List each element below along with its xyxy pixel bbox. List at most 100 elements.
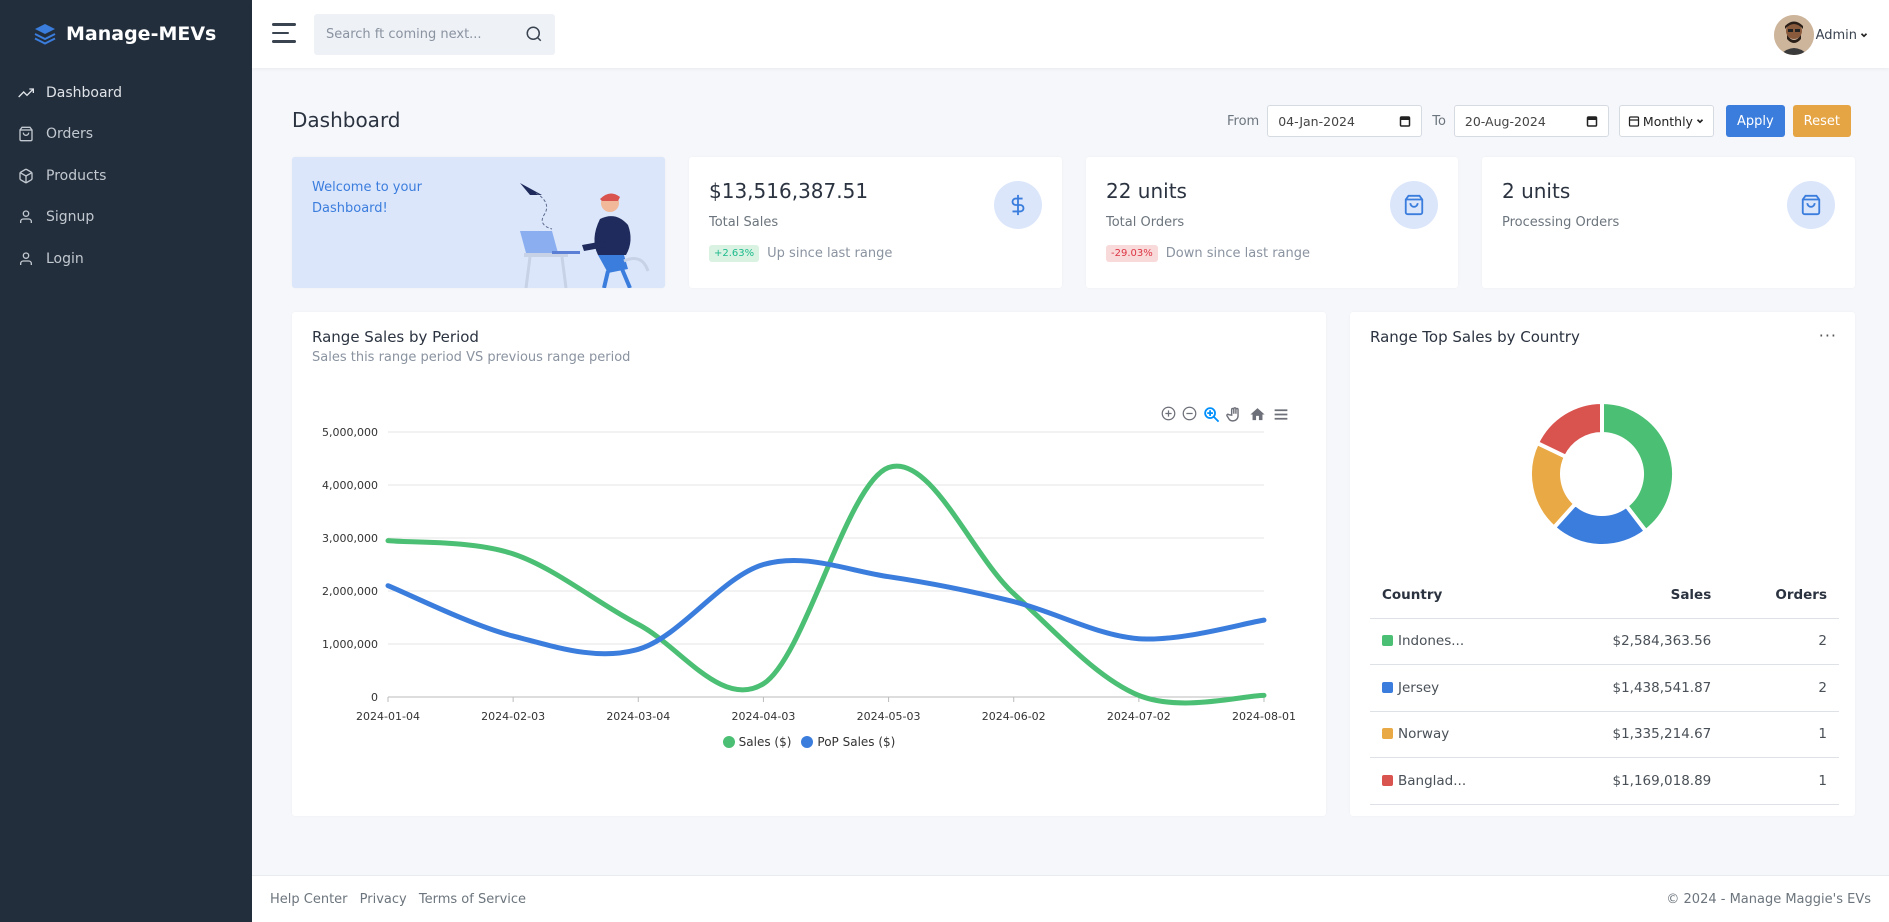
welcome-text: Welcome to your Dashboard! [312, 180, 423, 216]
search-input[interactable] [314, 14, 514, 55]
from-date-field[interactable]: 04-Jan-2024 [1267, 105, 1423, 137]
color-swatch [1382, 728, 1393, 740]
date-filters: From 04-Jan-2024 To 20-Aug-2024 Monthly … [1227, 104, 1851, 138]
chevron-down-icon [1696, 119, 1704, 124]
footer-link-terms[interactable]: Terms of Service [419, 892, 526, 907]
sidebar-item-label: Products [46, 167, 107, 184]
table-row: Indones... $2,584,363.56 2 [1370, 618, 1839, 665]
stat-label: Total Sales [709, 215, 779, 230]
series-line-0 [385, 463, 1267, 706]
menu-toggle-icon[interactable] [272, 23, 296, 45]
donut-slice[interactable] [1534, 399, 1604, 460]
sales-line-chart: 0 1,000,000 2,000,000 3,000,000 4,000,000 5,0… [322, 426, 1296, 723]
country-table: Country Sales Orders Indones... $2,584,3… [1370, 572, 1839, 805]
color-swatch [1382, 774, 1393, 786]
shopping-bag-icon [19, 126, 33, 142]
stat-value: 2 units [1502, 179, 1571, 203]
trend-badge: +2.63% [709, 245, 760, 262]
legend-label: Sales ($) [738, 735, 792, 749]
calendar-icon [1399, 116, 1411, 127]
legend-marker [722, 736, 735, 748]
period-value: Monthly [1642, 113, 1693, 129]
chart-legend: Sales ($) PoP Sales ($) [292, 735, 1326, 749]
footer-link-privacy[interactable]: Privacy [360, 892, 407, 907]
trend-badge: -29.03% [1106, 245, 1158, 262]
shopping-bag-icon [1787, 181, 1835, 229]
x-tick-label: 2024-05-03 [857, 710, 921, 723]
footer-link-help[interactable]: Help Center [270, 892, 348, 907]
country-cell: Norway [1370, 711, 1536, 758]
x-tick-label: 2024-03-04 [606, 710, 670, 723]
color-swatch [1382, 635, 1393, 647]
shopping-bag-icon [1390, 181, 1438, 229]
stat-value: $13,516,387.51 [709, 179, 869, 203]
footer-links: Help Center Privacy Terms of Service [270, 892, 534, 907]
reset-button[interactable]: Reset [1792, 105, 1851, 137]
sales-cell: $1,169,018.89 [1535, 757, 1724, 805]
y-tick-label: 4,000,000 [322, 479, 378, 492]
column-header: Sales [1535, 572, 1724, 619]
stat-trend: +2.63% Up since last range [709, 245, 892, 262]
layers-icon [34, 24, 56, 45]
legend-label: PoP Sales ($) [817, 735, 896, 749]
from-date-value: 04-Jan-2024 [1278, 113, 1355, 129]
total-sales-card: $13,516,387.51 Total Sales +2.63% Up sin… [689, 157, 1062, 288]
stat-label: Processing Orders [1502, 215, 1620, 230]
x-tick-label: 2024-04-03 [731, 710, 795, 723]
sidebar-item-dashboard[interactable]: Dashboard [0, 72, 252, 114]
sidebar-item-signup[interactable]: Signup [0, 197, 252, 239]
country-name: Indones... [1398, 633, 1465, 650]
package-icon [19, 168, 33, 184]
y-tick-label: 0 [371, 691, 378, 704]
period-select[interactable]: Monthly [1618, 105, 1714, 137]
stat-trend: -29.03% Down since last range [1106, 245, 1310, 262]
sidebar-item-products[interactable]: Products [0, 155, 252, 197]
processing-orders-card: 2 units Processing Orders [1482, 157, 1855, 288]
table-header-row: Country Sales Orders [1370, 572, 1839, 619]
table-row: Banglad... $1,169,018.89 1 [1370, 757, 1839, 805]
y-tick-label: 3,000,000 [322, 532, 378, 545]
to-label: To [1432, 113, 1446, 129]
country-sales-card: Range Top Sales by Country ··· Country S… [1350, 312, 1855, 816]
from-label: From [1227, 113, 1260, 129]
avatar [1773, 15, 1814, 55]
legend-item[interactable]: Sales ($) [722, 735, 792, 749]
sidebar-item-label: Orders [46, 126, 94, 143]
welcome-illustration [520, 183, 650, 288]
sidebar-item-login[interactable]: Login [0, 238, 252, 280]
calendar-icon [1628, 116, 1640, 127]
sidebar-item-orders[interactable]: Orders [0, 114, 252, 156]
color-swatch [1382, 681, 1393, 693]
to-date-field[interactable]: 20-Aug-2024 [1453, 105, 1609, 137]
x-tick-label: 2024-01-04 [356, 710, 420, 723]
country-name: Jersey [1398, 679, 1440, 696]
sales-cell: $1,335,214.67 [1535, 711, 1724, 758]
table-row: Norway $1,335,214.67 1 [1370, 711, 1839, 758]
trending-up-icon [18, 88, 34, 98]
trend-text: Up since last range [767, 246, 893, 261]
calendar-icon [1586, 116, 1598, 127]
column-header: Orders [1723, 572, 1839, 619]
brand-name: Manage-MEVs [66, 23, 217, 45]
sidebar-item-label: Dashboard [46, 84, 122, 101]
brand[interactable]: Manage-MEVs [0, 0, 252, 68]
sidebar: Manage-MEVs Dashboard Orders Products Si… [0, 0, 252, 922]
legend-marker [801, 736, 814, 748]
user-menu[interactable]: Admin [1773, 15, 1869, 55]
orders-cell[interactable]: 2 [1723, 664, 1839, 712]
y-tick-label: 1,000,000 [322, 638, 378, 651]
sales-cell: $2,584,363.56 [1535, 618, 1724, 665]
topbar: Admin [252, 0, 1889, 68]
orders-cell[interactable]: 1 [1723, 711, 1839, 758]
orders-cell[interactable]: 2 [1723, 618, 1839, 665]
sidebar-item-label: Login [46, 250, 84, 267]
country-donut-chart [1528, 399, 1676, 548]
stat-value: 22 units [1106, 179, 1187, 203]
legend-item[interactable]: PoP Sales ($) [801, 735, 895, 749]
to-date-value: 20-Aug-2024 [1464, 113, 1546, 129]
search-icon[interactable] [525, 25, 543, 43]
apply-button[interactable]: Apply [1725, 105, 1785, 137]
sidebar-nav: Dashboard Orders Products Signup Login [0, 72, 252, 280]
country-cell: Jersey [1370, 664, 1536, 712]
orders-cell[interactable]: 1 [1723, 757, 1839, 805]
